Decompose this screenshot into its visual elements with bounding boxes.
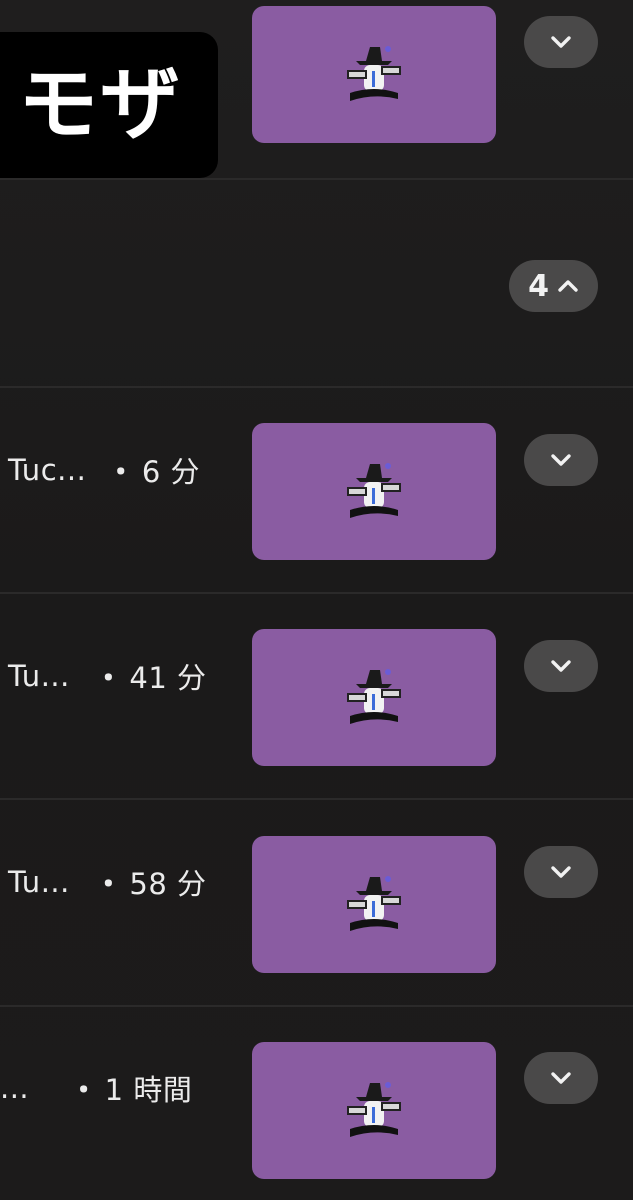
chevron-down-icon bbox=[551, 660, 571, 672]
list-item-meta: Tu... ・ 58 分 bbox=[8, 862, 238, 902]
item-time: 1 時間 bbox=[104, 1073, 193, 1107]
chevron-up-icon bbox=[558, 280, 578, 292]
list-item-meta: Tuc... ・ 6 分 bbox=[8, 450, 238, 490]
wizard-character-icon bbox=[347, 668, 401, 724]
item-title: Tu... bbox=[8, 865, 70, 899]
chevron-down-icon bbox=[551, 866, 571, 878]
item-time: 6 分 bbox=[141, 455, 200, 489]
group-collapse-button[interactable]: 4 bbox=[509, 260, 598, 312]
separator-dot: ・ bbox=[69, 1073, 99, 1107]
separator-dot: ・ bbox=[106, 455, 136, 489]
expand-button[interactable] bbox=[524, 434, 598, 486]
label-overlay: モザ bbox=[0, 32, 218, 178]
item-thumbnail[interactable] bbox=[252, 629, 496, 766]
wizard-character-icon bbox=[347, 45, 401, 101]
separator-dot: ・ bbox=[93, 867, 124, 901]
expand-button[interactable] bbox=[524, 16, 598, 68]
separator-dot: ・ bbox=[93, 661, 124, 695]
divider bbox=[0, 798, 633, 800]
item-thumbnail[interactable] bbox=[252, 1042, 496, 1179]
list-item-meta: ... ・ 1 時間 bbox=[0, 1068, 230, 1108]
chevron-down-icon bbox=[551, 454, 571, 466]
list-item-meta: Tu... ・ 41 分 bbox=[8, 656, 238, 696]
item-title: Tuc... bbox=[8, 453, 87, 487]
chevron-down-icon bbox=[551, 1072, 571, 1084]
item-thumbnail[interactable] bbox=[252, 6, 496, 143]
wizard-character-icon bbox=[347, 875, 401, 931]
divider bbox=[0, 178, 633, 180]
item-thumbnail[interactable] bbox=[252, 836, 496, 973]
item-thumbnail[interactable] bbox=[252, 423, 496, 560]
divider bbox=[0, 592, 633, 594]
label-text: モザ bbox=[18, 58, 182, 151]
group-count: 4 bbox=[528, 268, 549, 304]
item-title: ... bbox=[0, 1071, 30, 1105]
expand-button[interactable] bbox=[524, 846, 598, 898]
divider bbox=[0, 1005, 633, 1007]
item-time: 41 分 bbox=[129, 661, 207, 695]
expand-button[interactable] bbox=[524, 1052, 598, 1104]
wizard-character-icon bbox=[347, 462, 401, 518]
item-time: 58 分 bbox=[129, 867, 207, 901]
activity-list-screen: モザ 4 Tuc... ・ 6 分 Tu... ・ 41 分 Tu... ・ 5… bbox=[0, 0, 633, 1200]
divider bbox=[0, 386, 633, 388]
wizard-character-icon bbox=[347, 1081, 401, 1137]
chevron-down-icon bbox=[551, 36, 571, 48]
expand-button[interactable] bbox=[524, 640, 598, 692]
item-title: Tu... bbox=[8, 659, 70, 693]
